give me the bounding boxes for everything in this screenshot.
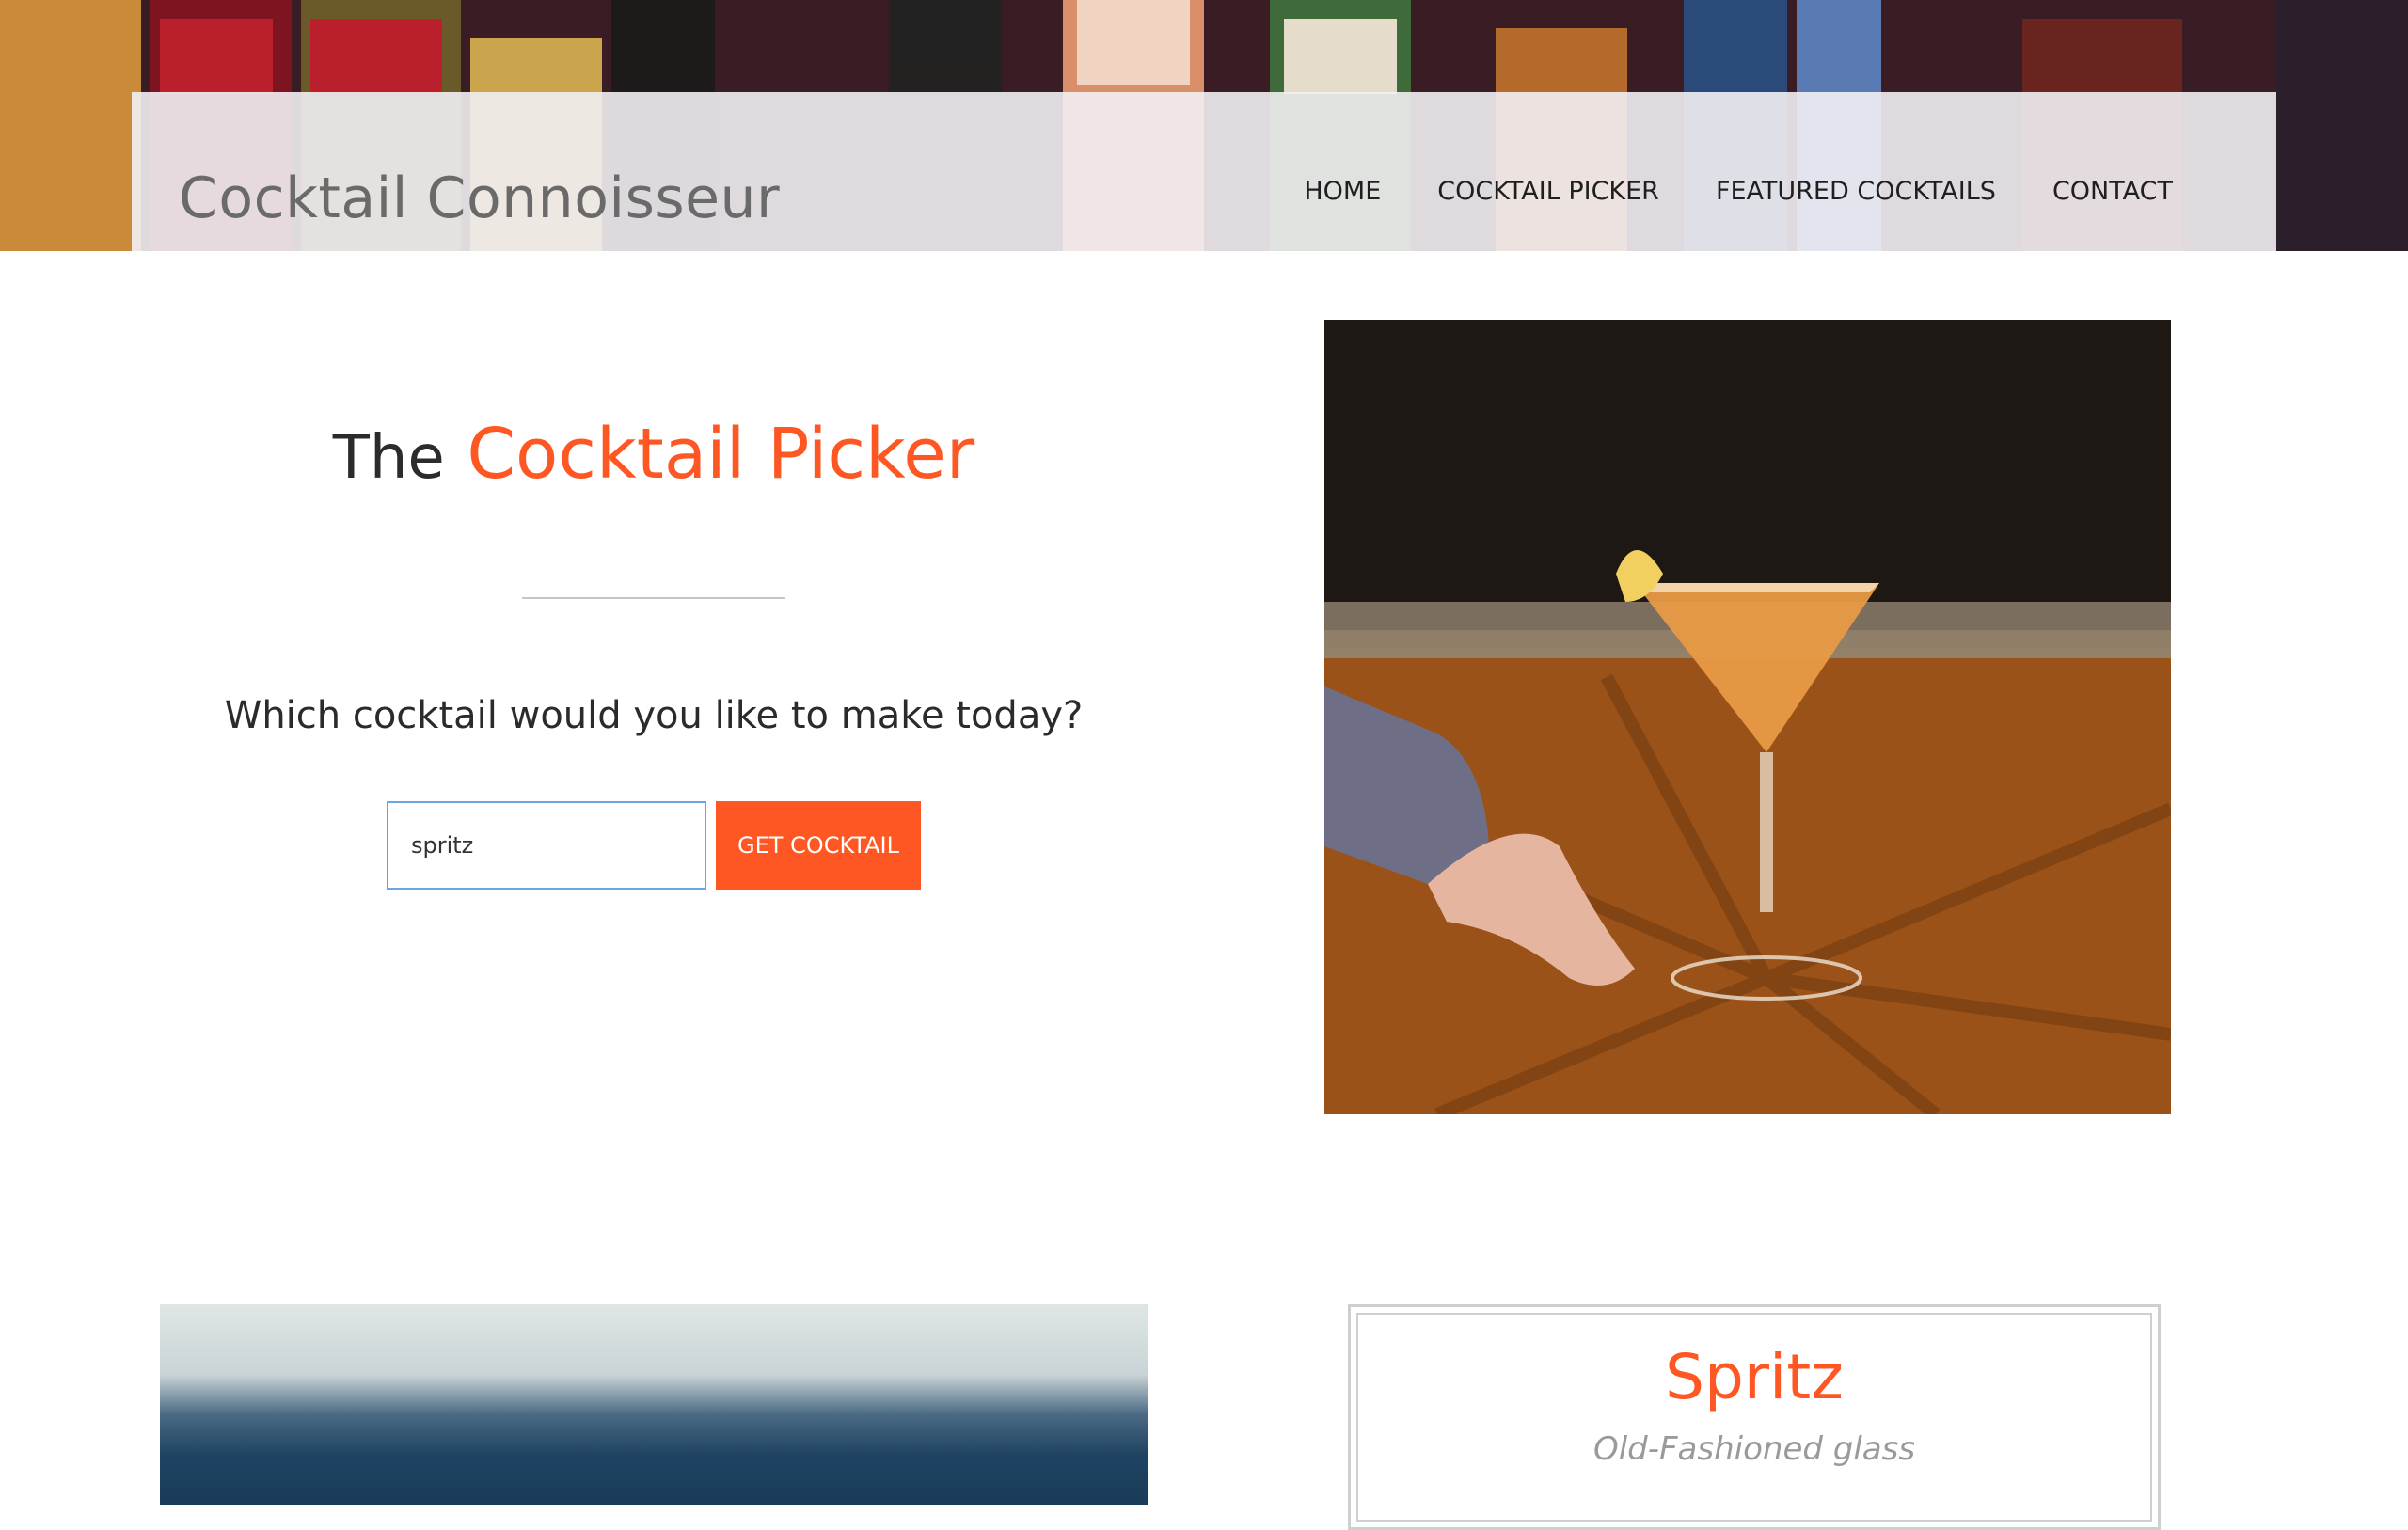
main-nav: HOME COCKTAIL PICKER FEATURED COCKTAILS … <box>1304 177 2173 206</box>
cocktail-name: Spritz <box>1665 1341 1844 1413</box>
get-cocktail-button[interactable]: GET COCKTAIL <box>716 801 921 890</box>
glass-type: Old-Fashioned glass <box>1592 1430 1916 1468</box>
nav-featured-cocktails[interactable]: FEATURED COCKTAILS <box>1716 177 1996 206</box>
recipe-card: Spritz Old-Fashioned glass <box>1348 1304 2161 1530</box>
title-accent: Cocktail Picker <box>467 414 975 495</box>
title-lead: The <box>332 423 445 493</box>
brand-logo[interactable]: Cocktail Connoisseur <box>179 166 780 231</box>
nav-contact[interactable]: CONTACT <box>2052 177 2173 206</box>
nav-home[interactable]: HOME <box>1304 177 1381 206</box>
page-title: The Cocktail Picker <box>0 414 1307 495</box>
cocktail-glass-illustration <box>1324 320 2171 1114</box>
cocktail-photo <box>1324 320 2171 1114</box>
navbar: Cocktail Connoisseur HOME COCKTAIL PICKE… <box>132 92 2276 251</box>
recipe-card-inner: Spritz Old-Fashioned glass <box>1356 1313 2152 1522</box>
nav-cocktail-picker[interactable]: COCKTAIL PICKER <box>1437 177 1659 206</box>
header-banner: Cocktail Connoisseur HOME COCKTAIL PICKE… <box>0 0 2408 251</box>
title-divider <box>522 597 785 599</box>
spritz-photo <box>160 1304 1148 1505</box>
cocktail-search-input[interactable] <box>387 801 706 890</box>
picker-question: Which cocktail would you like to make to… <box>224 694 1084 737</box>
